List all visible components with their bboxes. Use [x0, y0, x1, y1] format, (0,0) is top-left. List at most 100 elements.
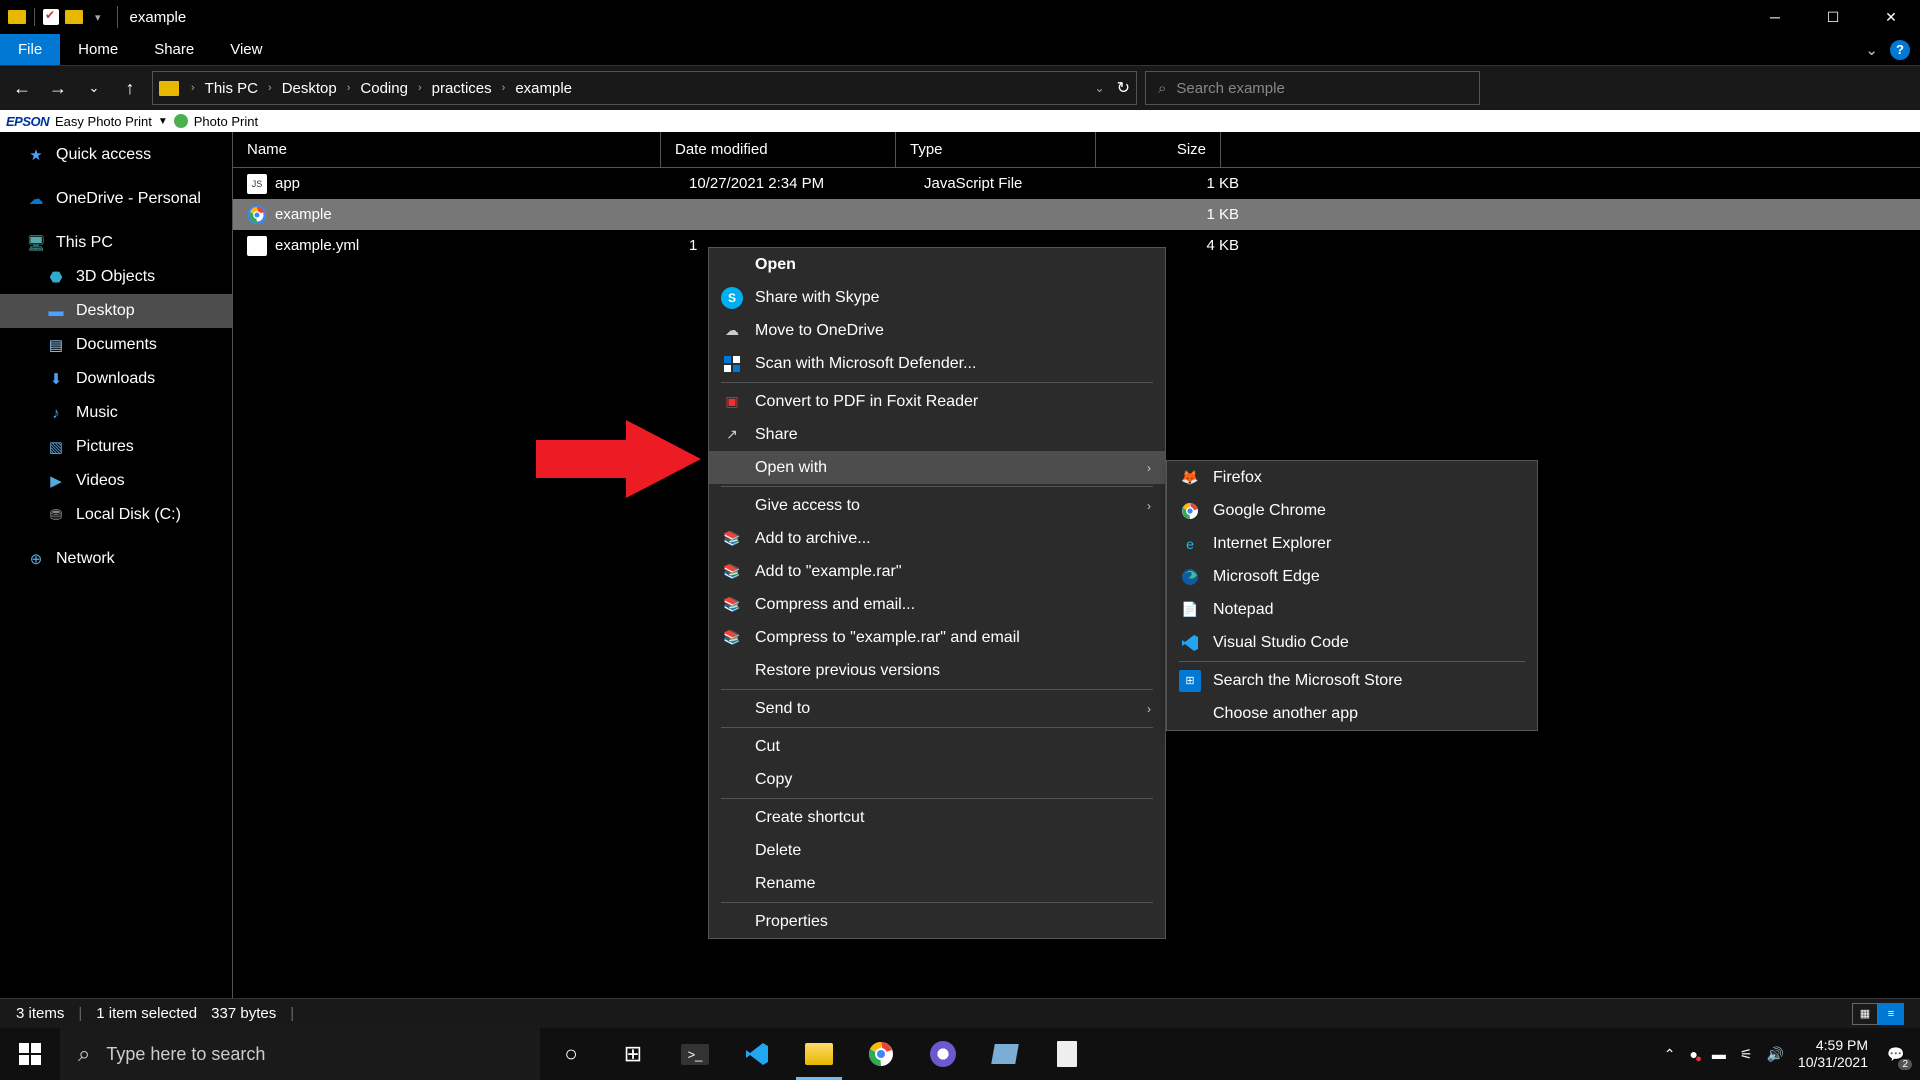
sidebar-item-desktop[interactable]: ▬Desktop [0, 294, 232, 328]
view-details-button[interactable]: ≡ [1878, 1003, 1904, 1025]
menu-item-delete[interactable]: Delete [709, 834, 1165, 867]
menu-item-shortcut[interactable]: Create shortcut [709, 801, 1165, 834]
column-date[interactable]: Date modified [661, 132, 896, 167]
battery-icon[interactable]: ▬ [1712, 1046, 1726, 1062]
file-row[interactable]: example 1 KB [233, 199, 1920, 230]
history-dropdown-icon[interactable]: ⌄ [80, 72, 108, 104]
column-size[interactable]: Size [1096, 132, 1221, 167]
tab-view[interactable]: View [212, 34, 280, 65]
openwith-edge[interactable]: Microsoft Edge [1167, 560, 1537, 593]
sidebar-item-videos[interactable]: ▶Videos [0, 464, 232, 498]
chevron-right-icon[interactable]: › [185, 82, 201, 94]
sidebar-item-local-disk[interactable]: ⛃Local Disk (C:) [0, 498, 232, 532]
openwith-firefox[interactable]: 🦊Firefox [1167, 461, 1537, 494]
maximize-button[interactable]: ☐ [1804, 0, 1862, 34]
menu-item-rename[interactable]: Rename [709, 867, 1165, 900]
explorer-icon[interactable] [788, 1028, 850, 1080]
terminal-icon[interactable]: >_ [664, 1028, 726, 1080]
sidebar-item-onedrive[interactable]: ☁OneDrive - Personal [0, 182, 232, 216]
up-button[interactable]: ↑ [116, 72, 144, 104]
help-icon[interactable]: ? [1890, 40, 1910, 60]
menu-item-share[interactable]: ↗Share [709, 418, 1165, 451]
menu-item-give-access[interactable]: Give access to› [709, 489, 1165, 522]
menu-item-restore[interactable]: Restore previous versions [709, 654, 1165, 687]
task-view-icon[interactable]: ⊞ [602, 1028, 664, 1080]
view-thumbnails-button[interactable]: ▦ [1852, 1003, 1878, 1025]
cortana-icon[interactable]: ○ [540, 1028, 602, 1080]
menu-item-foxit[interactable]: ▣Convert to PDF in Foxit Reader [709, 385, 1165, 418]
refresh-icon[interactable]: ↻ [1117, 78, 1130, 98]
taskbar-search[interactable]: ⌕ Type here to search [60, 1028, 540, 1080]
menu-item-properties[interactable]: Properties [709, 905, 1165, 938]
app-icon[interactable] [974, 1028, 1036, 1080]
minimize-button[interactable]: ─ [1746, 0, 1804, 34]
menu-item-archive[interactable]: 📚Add to archive... [709, 522, 1165, 555]
sidebar-item-pictures[interactable]: ▧Pictures [0, 430, 232, 464]
chrome-icon[interactable] [850, 1028, 912, 1080]
openwith-chrome[interactable]: Google Chrome [1167, 494, 1537, 527]
openwith-another[interactable]: Choose another app [1167, 697, 1537, 730]
chevron-right-icon[interactable]: › [341, 82, 357, 94]
sidebar-item-quick-access[interactable]: ★Quick access [0, 138, 232, 172]
notifications-icon[interactable]: 💬2 [1882, 1040, 1910, 1068]
openwith-ie[interactable]: eInternet Explorer [1167, 527, 1537, 560]
chevron-right-icon[interactable]: › [262, 82, 278, 94]
sidebar-item-network[interactable]: ⊕Network [0, 542, 232, 576]
epson-photo-print[interactable]: Photo Print [194, 114, 258, 129]
menu-item-compress-rar-email[interactable]: 📚Compress to "example.rar" and email [709, 621, 1165, 654]
breadcrumb-item[interactable]: This PC [201, 80, 262, 97]
folder-icon[interactable] [65, 10, 83, 24]
dropdown-icon[interactable]: ▼ [158, 116, 168, 127]
menu-item-add-rar[interactable]: 📚Add to "example.rar" [709, 555, 1165, 588]
pin-icon[interactable] [43, 9, 59, 25]
epson-easy-print[interactable]: Easy Photo Print [55, 114, 152, 129]
address-bar[interactable]: › This PC › Desktop › Coding › practices… [152, 71, 1137, 105]
column-name[interactable]: Name [233, 132, 661, 167]
menu-item-onedrive[interactable]: ☁Move to OneDrive [709, 314, 1165, 347]
menu-item-copy[interactable]: Copy [709, 763, 1165, 796]
openwith-notepad[interactable]: 📄Notepad [1167, 593, 1537, 626]
back-button[interactable]: ← [8, 72, 36, 104]
tab-home[interactable]: Home [60, 34, 136, 65]
start-button[interactable] [0, 1028, 60, 1080]
menu-item-defender[interactable]: Scan with Microsoft Defender... [709, 347, 1165, 380]
qat-dropdown-icon[interactable]: ▾ [95, 11, 101, 24]
vscode-icon[interactable] [726, 1028, 788, 1080]
chevron-right-icon[interactable]: › [496, 82, 512, 94]
file-row[interactable]: JS app 10/27/2021 2:34 PM JavaScript Fil… [233, 168, 1920, 199]
volume-icon[interactable]: 🔊 [1766, 1046, 1783, 1063]
breadcrumb-item[interactable]: example [511, 80, 576, 97]
sidebar-item-music[interactable]: ♪Music [0, 396, 232, 430]
sidebar-item-documents[interactable]: ▤Documents [0, 328, 232, 362]
menu-item-cut[interactable]: Cut [709, 730, 1165, 763]
sidebar-item-this-pc[interactable]: 🖥This PC [0, 226, 232, 260]
menu-item-compress-email[interactable]: 📚Compress and email... [709, 588, 1165, 621]
sidebar-item-3d-objects[interactable]: ⬣3D Objects [0, 260, 232, 294]
column-type[interactable]: Type [896, 132, 1096, 167]
shield-icon [721, 353, 743, 375]
chevron-right-icon[interactable]: › [412, 82, 428, 94]
sidebar-item-downloads[interactable]: ⬇Downloads [0, 362, 232, 396]
menu-item-send-to[interactable]: Send to› [709, 692, 1165, 725]
menu-item-open-with[interactable]: Open with› [709, 451, 1165, 484]
tab-share[interactable]: Share [136, 34, 212, 65]
menu-item-open[interactable]: Open [709, 248, 1165, 281]
breadcrumb-item[interactable]: Desktop [278, 80, 341, 97]
close-button[interactable]: ✕ [1862, 0, 1920, 34]
tray-icon[interactable]: ●● [1689, 1046, 1697, 1062]
address-dropdown-icon[interactable]: ⌄ [1095, 81, 1105, 95]
menu-item-skype[interactable]: SShare with Skype [709, 281, 1165, 314]
clock[interactable]: 4:59 PM 10/31/2021 [1798, 1037, 1868, 1071]
wifi-icon[interactable]: ⚟ [1740, 1046, 1753, 1063]
app-icon[interactable] [912, 1028, 974, 1080]
openwith-store[interactable]: ⊞Search the Microsoft Store [1167, 664, 1537, 697]
breadcrumb-item[interactable]: practices [428, 80, 496, 97]
app-icon[interactable] [1036, 1028, 1098, 1080]
forward-button[interactable]: → [44, 72, 72, 104]
openwith-vscode[interactable]: Visual Studio Code [1167, 626, 1537, 659]
breadcrumb-item[interactable]: Coding [356, 80, 412, 97]
tab-file[interactable]: File [0, 34, 60, 65]
search-box[interactable]: ⌕ Search example [1145, 71, 1480, 105]
ribbon-collapse-icon[interactable]: ⌄ [1865, 41, 1878, 59]
tray-overflow-icon[interactable]: ⌃ [1664, 1046, 1676, 1063]
